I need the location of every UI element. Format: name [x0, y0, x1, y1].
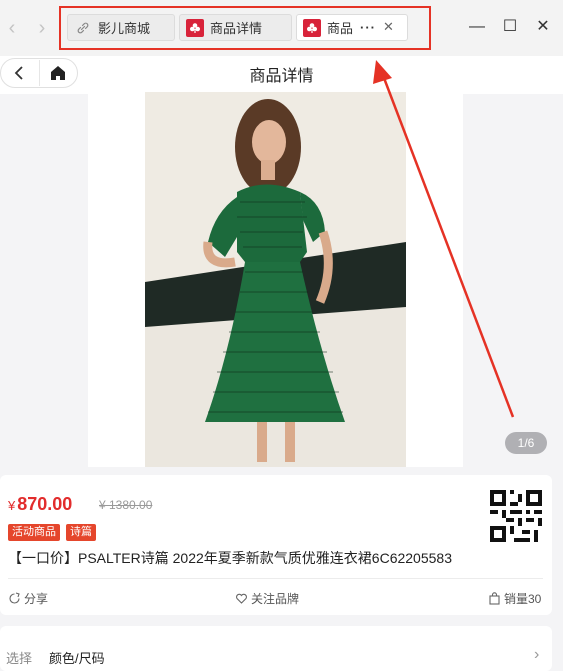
product-title: 【一口价】PSALTER诗篇 2022年夏季新款气质优雅连衣裙6C6220558…	[8, 550, 452, 566]
badge-activity: 活动商品	[8, 524, 60, 541]
qr-code[interactable]	[490, 490, 542, 542]
page-header: 商品详情	[0, 56, 563, 94]
product-gallery[interactable]	[88, 92, 463, 467]
close-icon[interactable]: ✕	[532, 16, 554, 38]
original-price: ¥ 1380.00	[99, 498, 153, 512]
product-image	[145, 92, 406, 467]
divider	[8, 578, 543, 579]
annotation-highlight-box	[59, 6, 431, 50]
minimize-icon[interactable]: —	[466, 16, 488, 38]
currency-symbol: ¥	[8, 498, 16, 513]
sales-count: 销量30	[488, 590, 541, 607]
sales-label: 销量30	[504, 592, 542, 606]
share-button[interactable]: 分享	[8, 590, 48, 607]
price-value: 870.00	[17, 494, 73, 514]
current-price: ¥870.00	[8, 494, 72, 515]
browser-titlebar: ‹ › 影儿商城 商品详情 商品 ··· ✕ — ☐ ✕	[0, 0, 563, 56]
select-value[interactable]: 颜色/尺码	[49, 648, 105, 667]
maximize-icon[interactable]: ☐	[499, 16, 521, 38]
back-arrow-icon[interactable]: ‹	[2, 14, 22, 42]
bag-icon	[489, 592, 500, 605]
page-title: 商品详情	[249, 68, 314, 85]
badge-brand: 诗篇	[66, 524, 96, 541]
share-icon	[9, 592, 20, 604]
gallery-counter: 1/6	[505, 432, 547, 454]
forward-arrow-icon[interactable]: ›	[32, 14, 52, 42]
chevron-right-icon[interactable]: ›	[534, 646, 539, 664]
share-label: 分享	[24, 592, 49, 606]
heart-plus-icon	[236, 593, 247, 604]
follow-label: 关注品牌	[251, 592, 300, 606]
follow-brand-button[interactable]: 关注品牌	[235, 590, 299, 607]
select-label: 选择	[6, 651, 33, 666]
